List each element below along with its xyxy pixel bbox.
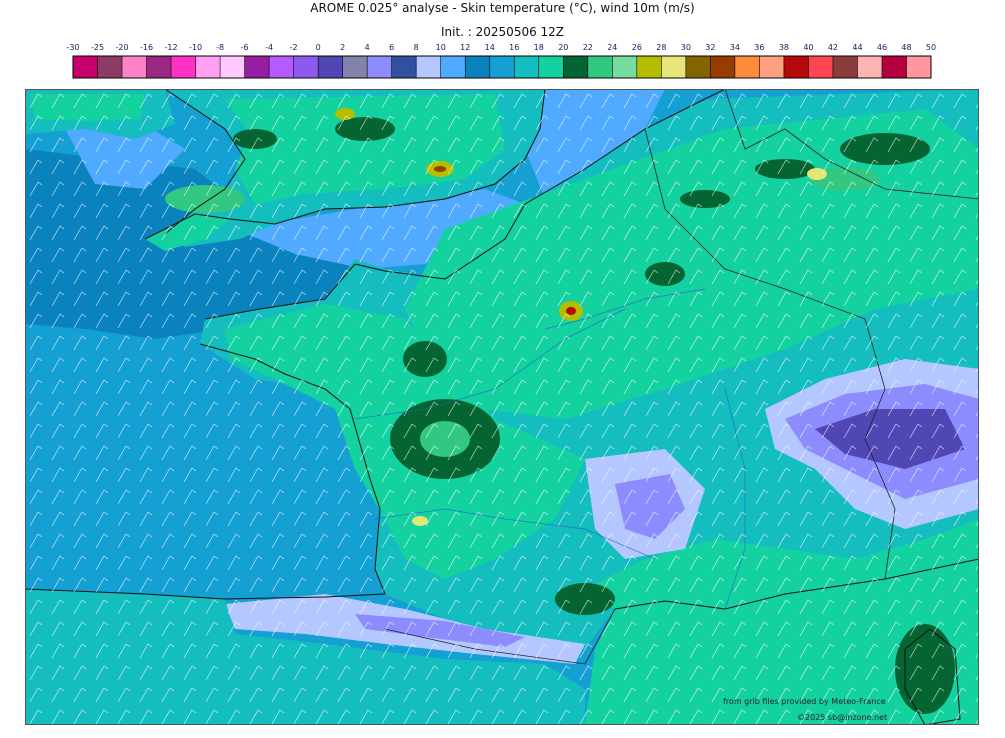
colorbar-swatch: [832, 56, 858, 78]
colorbar-tick-label: 30: [681, 43, 691, 52]
colorbar-swatch: [808, 56, 834, 78]
colorbar-swatch: [416, 56, 442, 78]
colorbar-tick-label: 24: [607, 43, 617, 52]
colorbar-swatch: [514, 56, 540, 78]
colorbar-tick-label: 32: [705, 43, 715, 52]
colorbar-swatch: [97, 56, 123, 78]
colorbar-swatch: [195, 56, 221, 78]
colorbar-tick-label: 36: [754, 43, 764, 52]
colorbar-swatch: [906, 56, 932, 78]
colorbar-tick-label: 10: [436, 43, 446, 52]
colorbar-tick-label: 16: [509, 43, 519, 52]
colorbar-swatch: [146, 56, 172, 78]
colorbar-swatch: [342, 56, 368, 78]
colorbar-tick-label: 18: [534, 43, 544, 52]
colorbar-tick-label: -4: [265, 43, 273, 52]
colorbar-tick-label: -30: [66, 43, 79, 52]
colorbar-swatch: [122, 56, 147, 78]
colorbar-swatch: [489, 56, 515, 78]
colorbar-tick-label: 40: [803, 43, 813, 52]
colorbar-tick-label: 46: [877, 43, 887, 52]
colorbar-tick-label: 22: [583, 43, 593, 52]
colorbar-tick-label: 8: [414, 43, 419, 52]
colorbar-tick-label: -6: [241, 43, 249, 52]
colorbar-swatch: [293, 56, 319, 78]
colorbar-swatch: [612, 56, 638, 78]
colorbar-swatch: [759, 56, 785, 78]
colorbar-tick-label: 6: [389, 43, 394, 52]
colorbar-tick-label: -16: [140, 43, 153, 52]
colorbar-tick-label: -2: [290, 43, 298, 52]
colorbar-swatch: [710, 56, 736, 78]
wind-barbs: [25, 89, 979, 725]
colorbar-swatch: [587, 56, 613, 78]
colorbar-tick-label: 12: [460, 43, 470, 52]
colorbar-swatch: [661, 56, 687, 78]
colorbar-swatch: [857, 56, 883, 78]
data-source-credit: from grib files provided by Meteo-France: [723, 697, 886, 706]
colorbar-swatch: [244, 56, 270, 78]
colorbar-tick-label: 42: [828, 43, 838, 52]
colorbar-swatch: [538, 56, 564, 78]
colorbar-swatch: [563, 56, 589, 78]
colorbar-tick-label: 0: [316, 43, 321, 52]
colorbar-tick-label: -8: [216, 43, 224, 52]
chart-title: AROME 0.025° analyse - Skin temperature …: [310, 1, 695, 15]
temperature-wind-map: [25, 89, 979, 725]
colorbar-swatch: [318, 56, 343, 78]
colorbar-swatch: [440, 56, 466, 78]
colorbar-tick-label: 2: [340, 43, 345, 52]
colorbar-tick-label: 28: [656, 43, 666, 52]
copyright-credit: ©2025 sb@inzone.net: [797, 713, 888, 722]
colorbar-tick-label: 44: [852, 43, 862, 52]
colorbar-swatch: [269, 56, 294, 78]
colorbar-tick-label: 34: [730, 43, 740, 52]
colorbar-tick-label: 14: [485, 43, 495, 52]
colorbar-swatch: [783, 56, 809, 78]
colorbar-swatch: [220, 56, 245, 78]
colorbar-swatch: [391, 56, 417, 78]
colorbar-swatch: [881, 56, 907, 78]
colorbar-tick-label: 38: [779, 43, 789, 52]
colorbar-tick-label: 48: [901, 43, 911, 52]
colorbar-swatch: [685, 56, 711, 78]
temperature-colorbar: -30 -25 -20 -16 -12 -10 -8 -6 -4 -2 0 2 4 6 8 10 12 14 16 1…: [66, 43, 936, 79]
colorbar-tick-label: -12: [165, 43, 178, 52]
colorbar-swatch: [73, 56, 98, 78]
colorbar-swatch: [734, 56, 760, 78]
colorbar-tick-label: 26: [632, 43, 642, 52]
colorbar-tick-label: -10: [189, 43, 202, 52]
colorbar-swatch: [171, 56, 196, 78]
colorbar-swatch: [636, 56, 662, 78]
colorbar-tick-label: -25: [91, 43, 104, 52]
colorbar-tick-label: 50: [926, 43, 936, 52]
colorbar-tick-label: 20: [558, 43, 568, 52]
colorbar-swatch: [465, 56, 491, 78]
init-time: Init. : 20250506 12Z: [440, 25, 565, 39]
colorbar-tick-label: 4: [365, 43, 370, 52]
colorbar-tick-label: -20: [115, 43, 128, 52]
colorbar-swatch: [367, 56, 392, 78]
